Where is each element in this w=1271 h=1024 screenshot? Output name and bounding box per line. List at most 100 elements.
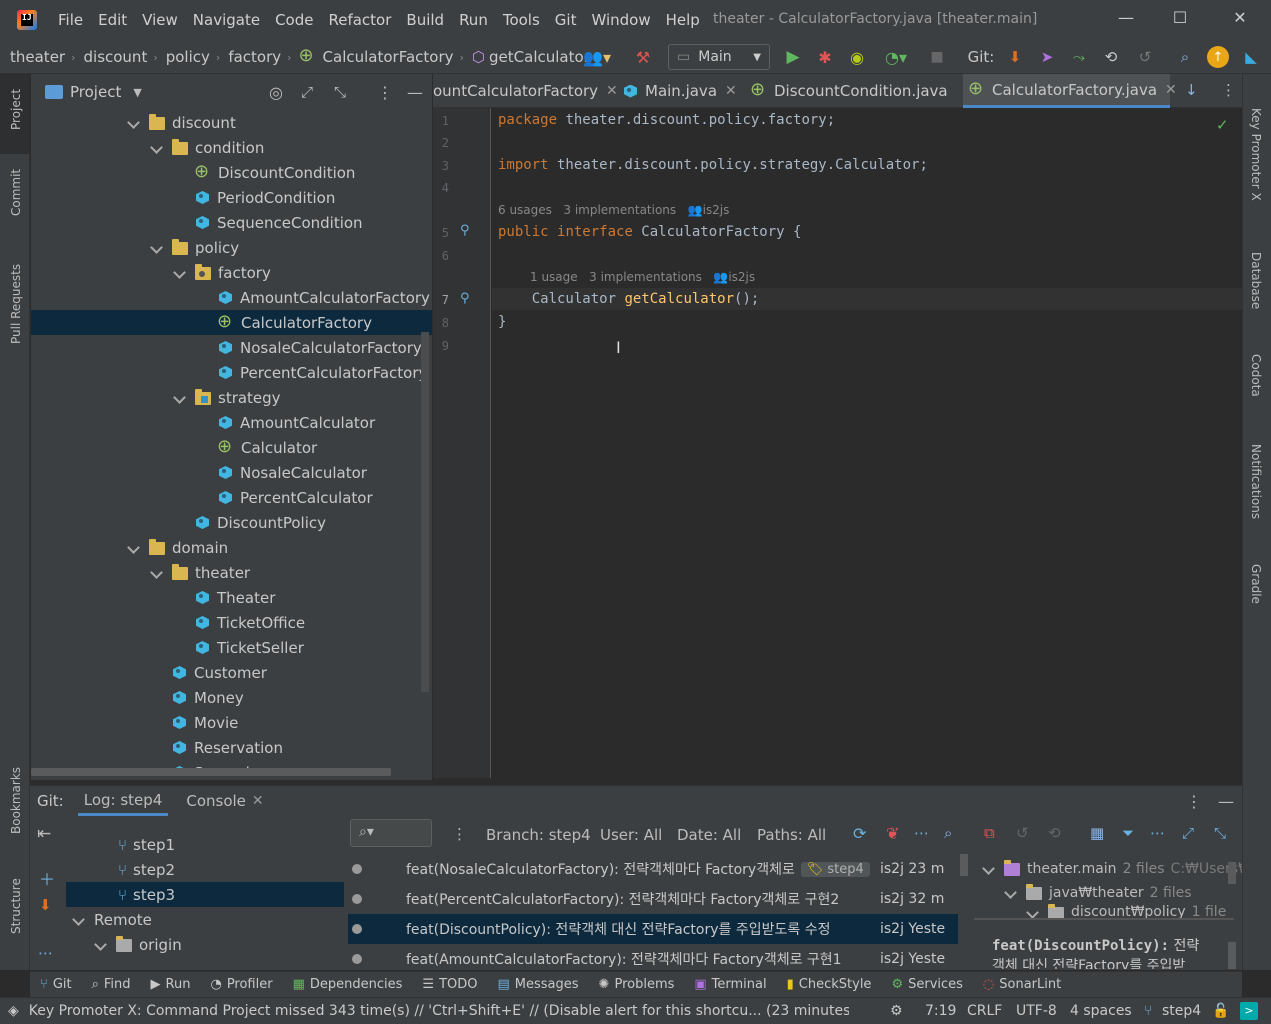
chevron-down-icon[interactable] <box>173 391 187 405</box>
date-filter[interactable]: Date: All <box>677 826 741 844</box>
menu-build[interactable]: Build <box>406 11 444 29</box>
tool-commit[interactable]: Commit <box>9 169 23 216</box>
menu-help[interactable]: Help <box>666 11 700 29</box>
commit-row[interactable]: feat(NosaleCalculatorFactory): 전략객체마다 Fa… <box>348 854 958 884</box>
filter-options-icon[interactable]: ⋮ <box>452 825 467 843</box>
filter-icon[interactable]: ⏷ <box>1122 824 1134 842</box>
code-vision-hint[interactable]: 6 usages 3 implementations 👥is2js <box>498 203 729 217</box>
horizontal-scrollbar[interactable] <box>31 768 391 776</box>
search-icon[interactable]: ⌕ <box>944 824 952 842</box>
close-icon[interactable]: ✕ <box>1228 8 1252 32</box>
tree-item-nosalecalculator[interactable]: NosaleCalculator <box>31 460 432 485</box>
breadcrumb-policy[interactable]: policy <box>166 48 210 66</box>
add-icon[interactable]: ＋ <box>39 866 55 890</box>
git-status-icon[interactable]: ⚙ <box>890 1003 903 1019</box>
branch-step1[interactable]: ⑂ step1 <box>66 832 344 857</box>
expand-all-icon[interactable]: ⤢ <box>301 83 313 101</box>
tool-notifications[interactable]: Notifications <box>1249 444 1263 519</box>
tool-button-services[interactable]: ⚙ Services <box>891 977 962 992</box>
menu-file[interactable]: File <box>58 11 83 29</box>
tool-database[interactable]: Database <box>1249 252 1263 309</box>
expand-all-icon[interactable]: ⤢ <box>1182 824 1194 842</box>
more-options-icon[interactable]: ⋮ <box>1186 792 1202 811</box>
line-separator[interactable]: CRLF <box>967 1003 1002 1019</box>
git-update-icon[interactable]: ⬇ <box>39 896 52 914</box>
indent-setting[interactable]: 4 spaces <box>1070 1003 1132 1019</box>
maximize-icon[interactable]: ☐ <box>1168 8 1192 32</box>
tab-console[interactable]: Console <box>186 792 246 810</box>
group-by-icon[interactable]: ▦ <box>1090 824 1104 842</box>
chevron-down-icon[interactable]: ▼ <box>133 86 141 99</box>
diff-icon[interactable]: ⧉ <box>984 824 995 842</box>
implementations-hint[interactable]: 3 implementations <box>563 203 676 217</box>
tree-item-calculator[interactable]: Calculator <box>31 435 432 460</box>
run-configuration-select[interactable]: ▭ Main ▼ <box>668 44 770 70</box>
tree-item-calculatorfactory[interactable]: CalculatorFactory <box>31 310 432 335</box>
tool-button-dependencies[interactable]: ▦ Dependencies <box>293 977 403 992</box>
tab-amountcalculatorfactory[interactable]: ountCalculatorFactory ✕ <box>433 74 618 108</box>
tab-log[interactable]: Log: step4 <box>77 786 169 816</box>
details-scrollbar[interactable] <box>1228 862 1236 884</box>
commit-row[interactable]: feat(PercentCalculatorFactory): 전략객체마다 F… <box>348 884 958 914</box>
run-icon[interactable]: ▶ <box>782 46 804 68</box>
tool-gradle[interactable]: Gradle <box>1249 564 1263 604</box>
breadcrumb-factory[interactable]: factory <box>228 48 281 66</box>
tool-structure[interactable]: Structure <box>9 878 23 934</box>
author-hint[interactable]: is2js <box>728 270 755 284</box>
chevron-down-icon[interactable] <box>127 541 141 555</box>
branch-step3[interactable]: ⑂ step3 <box>66 882 344 907</box>
commit-row[interactable]: feat(AmountCalculatorFactory): 전략객체마다 Fa… <box>348 944 958 969</box>
author-hint[interactable]: is2js <box>703 203 730 217</box>
caret-position[interactable]: 7:19 <box>925 1003 956 1019</box>
tool-project[interactable]: Project <box>9 89 23 130</box>
tool-button-find[interactable]: ⌕ Find <box>92 977 131 992</box>
tool-button-git[interactable]: ⑂ Git <box>40 977 72 992</box>
implementations-gutter-icon[interactable]: ⚲ <box>460 223 470 238</box>
tree-item-movie[interactable]: Movie <box>31 710 432 735</box>
user-filter[interactable]: User: All <box>600 826 662 844</box>
intellij-logo-icon[interactable]: IJ <box>17 10 37 30</box>
branch-step2[interactable]: ⑂ step2 <box>66 857 344 882</box>
tree-item-theater[interactable]: theater <box>31 560 432 585</box>
more-options-icon[interactable]: ⋮ <box>377 83 393 102</box>
arrow-down-icon[interactable]: ↓ <box>1185 81 1198 99</box>
tree-item-ticketoffice[interactable]: TicketOffice <box>31 610 432 635</box>
usages-hint[interactable]: 6 usages <box>498 203 552 217</box>
close-icon[interactable]: ✕ <box>252 793 264 809</box>
menu-run[interactable]: Run <box>459 11 488 29</box>
locate-target-icon[interactable]: ◎ <box>269 83 283 102</box>
tree-item-periodcondition[interactable]: PeriodCondition <box>31 185 432 210</box>
tree-item-factory[interactable]: factory <box>31 260 432 285</box>
menu-tools[interactable]: Tools <box>503 11 540 29</box>
history-icon[interactable]: ⟲ <box>1048 824 1061 842</box>
tree-item-theater[interactable]: Theater <box>31 585 432 610</box>
collapse-all-icon[interactable]: ⤡ <box>334 83 346 101</box>
chevron-down-icon[interactable] <box>150 566 164 580</box>
tool-codota[interactable]: Codota <box>1249 354 1263 397</box>
rollback-icon[interactable]: ↺ <box>1134 46 1156 68</box>
details-splitter[interactable] <box>974 918 1234 920</box>
project-title[interactable]: Project <box>70 83 121 101</box>
breadcrumb-calculatorfactory[interactable]: CalculatorFactory <box>323 48 454 66</box>
chevron-down-icon[interactable] <box>150 141 164 155</box>
code-editor[interactable]: package theater.discount.policy.factory;… <box>492 108 1242 778</box>
log-scrollbar[interactable] <box>960 854 968 876</box>
tool-button-todo[interactable]: ☰ TODO <box>422 977 477 992</box>
menu-refactor[interactable]: Refactor <box>328 11 391 29</box>
changes-root-row[interactable]: theater.main 2 files C:₩Users₩ <box>982 858 1242 880</box>
branch-remote[interactable]: Remote <box>66 907 344 932</box>
menu-code[interactable]: Code <box>275 11 313 29</box>
close-icon[interactable]: ✕ <box>1165 82 1177 98</box>
collapse-branches-icon[interactable]: ⇤ <box>37 824 51 844</box>
collapse-all-icon[interactable]: ⤡ <box>1214 824 1226 842</box>
tree-item-domain[interactable]: domain <box>31 535 432 560</box>
usages-hint[interactable]: 1 usage <box>530 270 578 284</box>
breadcrumb-discount[interactable]: discount <box>84 48 148 66</box>
cherry-pick-icon[interactable]: ❦ <box>886 824 899 843</box>
tree-item-reservation[interactable]: Reservation <box>31 735 432 760</box>
menu-git[interactable]: Git <box>555 11 577 29</box>
tool-button-profiler[interactable]: ◔ Profiler <box>210 977 272 992</box>
tool-pull-requests[interactable]: Pull Requests <box>9 264 23 344</box>
chevron-down-icon[interactable] <box>72 913 86 927</box>
lock-icon[interactable]: 🔓 <box>1212 1003 1229 1019</box>
